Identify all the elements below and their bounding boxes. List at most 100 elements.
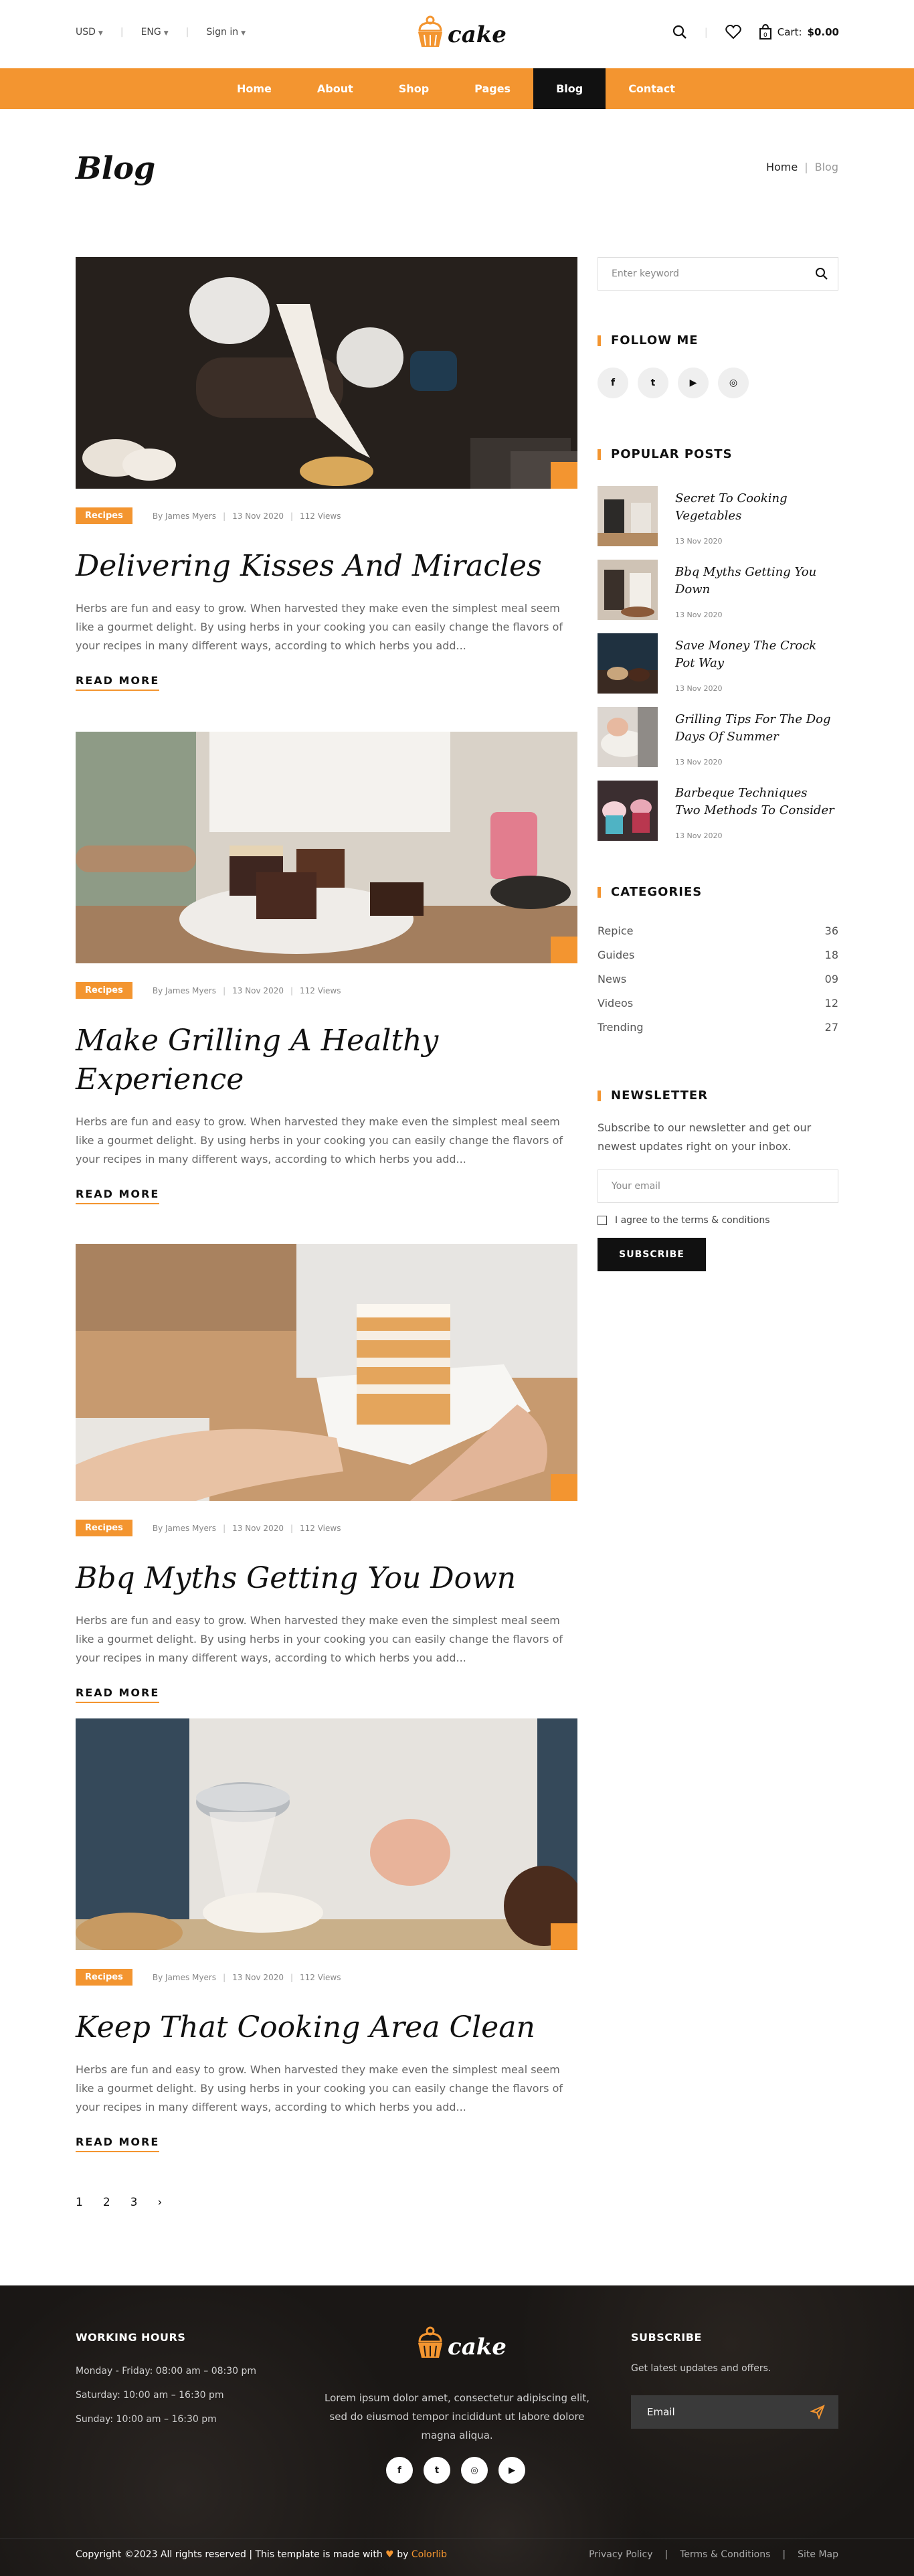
sitemap-link[interactable]: Site Map — [798, 2549, 838, 2560]
footer-email-field[interactable]: Email — [631, 2395, 838, 2429]
category-item[interactable]: News 09 — [598, 967, 838, 991]
subscribe-button[interactable]: SUBSCRIBE — [598, 1238, 706, 1271]
read-more-link[interactable]: READ MORE — [76, 2136, 160, 2152]
popular-post-item[interactable]: Grilling Tips For The Dog Days Of Summer… — [598, 707, 838, 767]
read-more-link[interactable]: READ MORE — [76, 1686, 160, 1703]
cake-slices-photo — [76, 732, 577, 963]
nav-item-about[interactable]: About — [294, 68, 376, 109]
popular-post-date: 13 Nov 2020 — [675, 537, 723, 546]
pagination: 1 2 3 › — [76, 2196, 162, 2209]
follow-section: FOLLOW ME f t ▶ ◎ — [598, 333, 838, 398]
next-page-icon[interactable]: › — [157, 2196, 162, 2209]
category-item[interactable]: Guides 18 — [598, 943, 838, 967]
youtube-icon[interactable]: ▶ — [498, 2457, 525, 2484]
send-icon[interactable] — [810, 2405, 825, 2419]
post-category-tag[interactable]: Recipes — [76, 1969, 132, 1986]
nav-item-shop[interactable]: Shop — [376, 68, 452, 109]
post-title[interactable]: Delivering Kisses And Miracles — [76, 547, 577, 586]
read-more-link[interactable]: READ MORE — [76, 674, 160, 691]
heart-icon: ♥ — [385, 2549, 394, 2560]
twitter-icon[interactable]: t — [424, 2457, 450, 2484]
breadcrumb-current: Blog — [814, 161, 838, 173]
terms-checkbox-row[interactable]: I agree to the terms & conditions — [598, 1215, 838, 1226]
colorlib-link[interactable]: Colorlib — [412, 2549, 447, 2560]
search-icon[interactable] — [672, 25, 687, 39]
post-author: By James Myers — [152, 985, 217, 995]
page-1[interactable]: 1 — [76, 2196, 83, 2209]
nav-item-home[interactable]: Home — [214, 68, 294, 109]
sidebar-search[interactable]: Enter keyword — [598, 257, 838, 291]
heart-icon[interactable] — [725, 25, 741, 39]
divider: | — [664, 2549, 668, 2560]
youtube-icon[interactable]: ▶ — [678, 368, 709, 398]
nav-item-contact[interactable]: Contact — [606, 68, 698, 109]
popular-post-item[interactable]: Save Money The Crock Pot Way 13 Nov 2020 — [598, 633, 838, 694]
post-title[interactable]: Keep That Cooking Area Clean — [76, 2008, 577, 2047]
newsletter-email-field[interactable]: Your email — [598, 1170, 838, 1203]
signin-selector[interactable]: Sign in ▼ — [206, 27, 246, 37]
read-more-link[interactable]: READ MORE — [76, 1188, 160, 1204]
post-date: 13 Nov 2020 — [232, 1523, 284, 1533]
categories-section: CATEGORIES Repice 36 Guides 18 News 09 Vide… — [598, 885, 838, 1040]
nav-item-pages[interactable]: Pages — [452, 68, 533, 109]
image-accent-bar — [551, 937, 577, 963]
post-title[interactable]: Make Grilling A Healthy Experience — [76, 1022, 577, 1099]
footer-subscribe-title: SUBSCRIBE — [631, 2331, 702, 2344]
search-icon[interactable] — [815, 267, 828, 280]
facebook-icon[interactable]: f — [598, 368, 628, 398]
copyright: Copyright ©2023 All rights reserved | Th… — [76, 2549, 447, 2560]
currency-selector[interactable]: USD ▼ — [76, 27, 103, 37]
facebook-icon[interactable]: f — [386, 2457, 413, 2484]
instagram-icon[interactable]: ◎ — [461, 2457, 488, 2484]
popular-post-item[interactable]: Secret To Cooking Vegetables 13 Nov 2020 — [598, 486, 838, 546]
image-accent-bar — [551, 1923, 577, 1950]
newsletter-text: Subscribe to our newsletter and get our … — [598, 1121, 812, 1153]
post-image[interactable] — [76, 732, 577, 963]
instagram-icon[interactable]: ◎ — [718, 368, 749, 398]
post-image[interactable] — [76, 257, 577, 489]
language-selector[interactable]: ENG ▼ — [141, 27, 169, 37]
image-accent-bar — [551, 462, 577, 489]
breadcrumb-home[interactable]: Home — [766, 161, 798, 173]
cart-label: Cart: — [777, 26, 802, 38]
twitter-icon[interactable]: t — [638, 368, 668, 398]
divider: | — [120, 27, 124, 37]
post-category-tag[interactable]: Recipes — [76, 507, 132, 524]
shopping-bag-icon: 0 — [759, 24, 771, 39]
post-meta: Recipes By James Myers | 13 Nov 2020 | 112… — [76, 982, 577, 999]
post-category-tag[interactable]: Recipes — [76, 1520, 132, 1536]
language-label: ENG — [141, 27, 161, 37]
post-excerpt: Herbs are fun and easy to grow. When har… — [76, 2063, 563, 2113]
search-input[interactable]: Enter keyword — [612, 268, 679, 279]
privacy-policy-link[interactable]: Privacy Policy — [589, 2549, 652, 2560]
breadcrumb-separator: | — [804, 161, 808, 173]
cart-button[interactable]: 0 Cart: $0.00 — [759, 24, 839, 40]
category-name: News — [598, 973, 627, 985]
category-count: 12 — [824, 997, 838, 1010]
terms-checkbox[interactable] — [598, 1216, 607, 1225]
category-item[interactable]: Repice 36 — [598, 919, 838, 943]
post-title[interactable]: Bbq Myths Getting You Down — [76, 1559, 577, 1598]
footer-logo[interactable]: cake — [416, 2326, 507, 2360]
terms-link[interactable]: Terms & Conditions — [680, 2549, 770, 2560]
site-logo[interactable]: cake — [416, 15, 507, 50]
post-image[interactable] — [76, 1244, 577, 1501]
post-image[interactable] — [76, 1718, 577, 1950]
popular-post-date: 13 Nov 2020 — [675, 758, 723, 767]
popular-post-item[interactable]: Bbq Myths Getting You Down 13 Nov 2020 — [598, 560, 838, 620]
popular-post-item[interactable]: Barbeque Techniques Two Methods To Consi… — [598, 781, 838, 841]
post-category-tag[interactable]: Recipes — [76, 982, 132, 999]
working-hours-sat: Saturday: 10:00 am – 16:30 pm — [76, 2390, 224, 2401]
category-name: Guides — [598, 949, 635, 961]
category-item[interactable]: Videos 12 — [598, 991, 838, 1016]
nav-item-blog[interactable]: Blog — [533, 68, 606, 109]
footer-subscribe-text: Get latest updates and offers. — [631, 2363, 771, 2374]
post-meta: Recipes By James Myers | 13 Nov 2020 | 112… — [76, 507, 577, 524]
popular-post-thumb — [598, 486, 658, 546]
image-accent-bar — [551, 1474, 577, 1501]
page-2[interactable]: 2 — [103, 2196, 110, 2209]
chevron-down-icon: ▼ — [241, 30, 246, 37]
footer-about: Lorem ipsum dolor amet, consectetur adip… — [325, 2392, 589, 2441]
page-3[interactable]: 3 — [130, 2196, 138, 2209]
category-item[interactable]: Trending 27 — [598, 1016, 838, 1040]
